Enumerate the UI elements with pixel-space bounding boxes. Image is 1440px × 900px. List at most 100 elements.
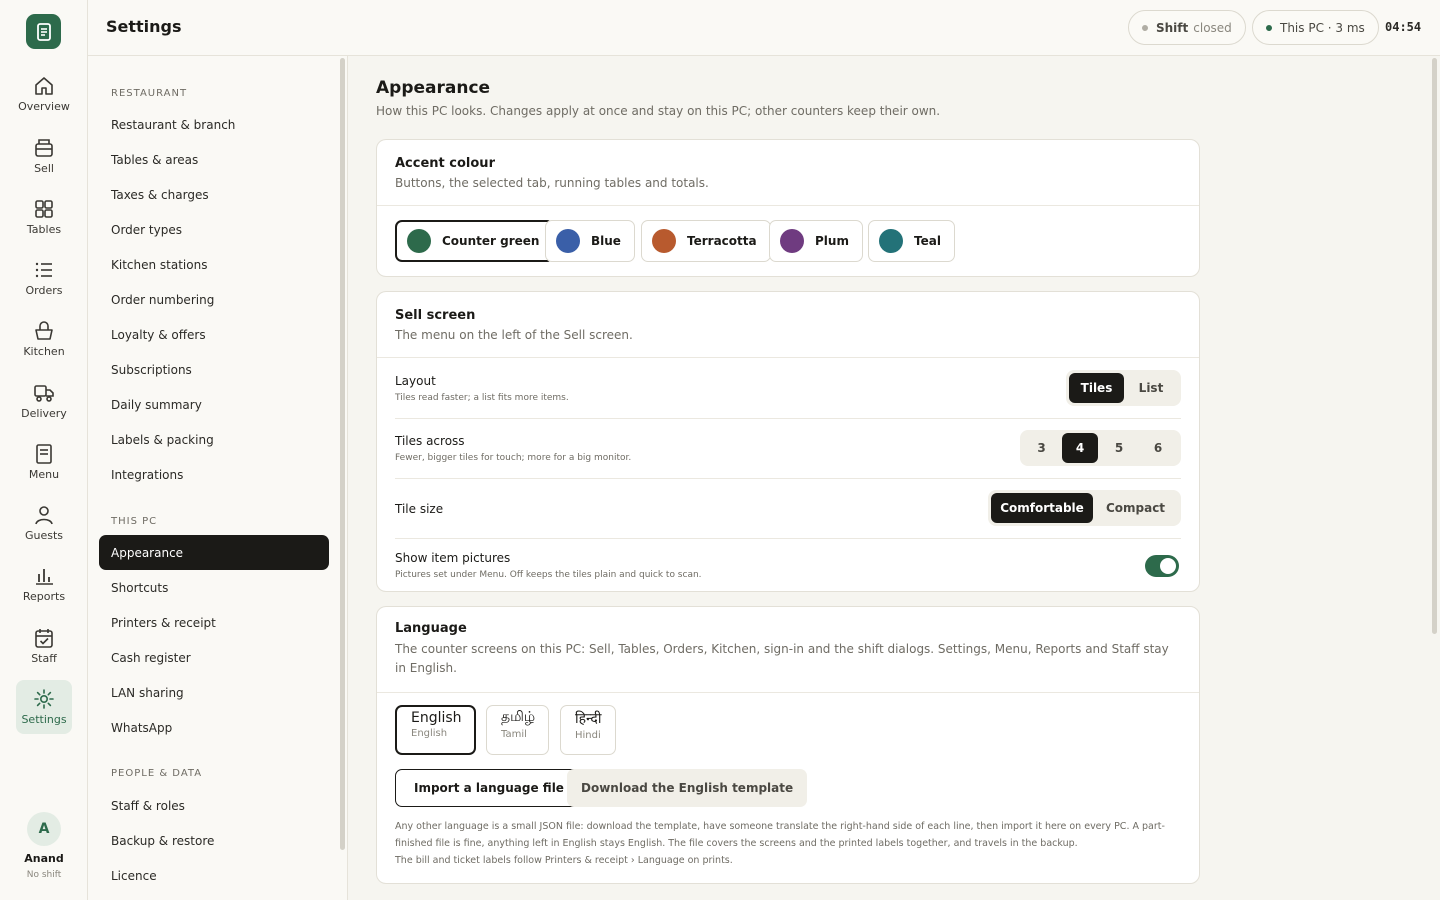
accent-option-blue[interactable]: Blue: [545, 220, 635, 262]
accent-option-label: Terracotta: [687, 234, 757, 248]
language-option-hindi[interactable]: हिन्दी Hindi: [560, 705, 616, 755]
rail-item-menu[interactable]: Menu: [16, 435, 72, 489]
swatch: [879, 229, 903, 253]
accent-option-label: Plum: [815, 234, 849, 248]
card-title: Language: [395, 621, 467, 636]
nav-item-integrations[interactable]: Integrations: [99, 457, 329, 492]
option-help: Tiles read faster; a list fits more item…: [395, 393, 569, 403]
toggle-knob: [1160, 558, 1176, 574]
option-label: Layout: [395, 374, 436, 388]
app-rail: Overview Sell Tables Orders Kitchen Deli…: [0, 0, 88, 900]
nav-item-order-numbering[interactable]: Order numbering: [99, 282, 329, 317]
layout-option-tiles[interactable]: Tiles: [1069, 373, 1124, 403]
nav-item-lan-sharing[interactable]: LAN sharing: [99, 675, 329, 710]
section-heading: RESTAURANT: [111, 88, 188, 99]
app-logo[interactable]: [26, 14, 61, 49]
swatch: [652, 229, 676, 253]
accent-option-plum[interactable]: Plum: [769, 220, 863, 262]
nav-item-labels-packing[interactable]: Labels & packing: [99, 422, 329, 457]
nav-item-tables-areas[interactable]: Tables & areas: [99, 142, 329, 177]
sell-screen-card: Sell screen The menu on the left of the …: [376, 291, 1200, 592]
rail-item-staff[interactable]: Staff: [16, 619, 72, 673]
list-icon: [33, 259, 55, 281]
language-option-tamil[interactable]: தமிழ் Tamil: [486, 705, 549, 755]
nav-item-appearance[interactable]: Appearance: [99, 535, 329, 570]
top-bar: Settings Shift closed This PC · 3 ms 04:…: [88, 0, 1440, 56]
main-scrollbar[interactable]: [1432, 58, 1437, 634]
nav-item-printers-receipt[interactable]: Printers & receipt: [99, 605, 329, 640]
card-title: Sell screen: [395, 308, 476, 323]
nav-item-restaurant-branch[interactable]: Restaurant & branch: [99, 107, 329, 142]
rail-item-label: Menu: [28, 468, 60, 481]
option-label: Show item pictures: [395, 551, 511, 565]
nav-item-cash-register[interactable]: Cash register: [99, 640, 329, 675]
card-subtitle: The menu on the left of the Sell screen.: [395, 328, 633, 342]
nav-item-licence[interactable]: Licence: [99, 858, 329, 893]
card-subtitle: The counter screens on this PC: Sell, Ta…: [395, 642, 1169, 675]
receipt-icon: [36, 22, 51, 41]
accent-option-label: Counter green: [442, 234, 540, 248]
rail-item-label: Sell: [34, 162, 54, 175]
delivery-icon: [33, 382, 55, 404]
language-card: Language The counter screens on this PC:…: [376, 606, 1200, 884]
swatch: [780, 229, 804, 253]
rail-item-kitchen[interactable]: Kitchen: [16, 312, 72, 366]
nav-item-staff-roles[interactable]: Staff & roles: [99, 788, 329, 823]
show-item-pictures-toggle[interactable]: [1145, 555, 1179, 577]
rail-item-tables[interactable]: Tables: [16, 190, 72, 244]
rail-item-label: Kitchen: [23, 345, 65, 358]
tiles-across-option-3[interactable]: 3: [1023, 433, 1060, 463]
register-icon: [33, 137, 55, 159]
rail-item-reports[interactable]: Reports: [16, 557, 72, 611]
nav-item-taxes-charges[interactable]: Taxes & charges: [99, 177, 329, 212]
language-option-english[interactable]: English English: [395, 705, 476, 755]
rail-item-overview[interactable]: Overview: [16, 67, 72, 121]
menu-icon: [33, 443, 55, 465]
download-english-template-button[interactable]: Download the English template: [567, 769, 808, 807]
language-english-name: Tamil: [501, 729, 527, 740]
pc-status-pill[interactable]: This PC · 3 ms: [1252, 10, 1379, 45]
import-language-file-button[interactable]: Import a language file: [395, 769, 583, 807]
nav-item-whatsapp[interactable]: WhatsApp: [99, 710, 329, 745]
layout-option-list[interactable]: List: [1124, 373, 1178, 403]
card-subtitle: Buttons, the selected tab, running table…: [395, 176, 709, 190]
nav-item-shortcuts[interactable]: Shortcuts: [99, 570, 329, 605]
nav-scrollbar[interactable]: [340, 58, 345, 850]
nav-item-loyalty-offers[interactable]: Loyalty & offers: [99, 317, 329, 352]
section-heading: THIS PC: [111, 516, 158, 527]
rail-item-delivery[interactable]: Delivery: [16, 374, 72, 428]
accent-option-teal[interactable]: Teal: [868, 220, 955, 262]
nav-item-daily-summary[interactable]: Daily summary: [99, 387, 329, 422]
divider: [377, 357, 1199, 358]
rail-item-guests[interactable]: Guests: [16, 496, 72, 550]
rail-item-sell[interactable]: Sell: [16, 129, 72, 183]
avatar: A: [27, 812, 61, 846]
user-profile[interactable]: A Anand No shift: [0, 812, 88, 880]
shift-label: Shift: [1156, 20, 1189, 35]
tile-size-option-comfortable[interactable]: Comfortable: [991, 493, 1093, 523]
tile-size-option-compact[interactable]: Compact: [1093, 493, 1178, 523]
nav-item-order-types[interactable]: Order types: [99, 212, 329, 247]
tiles-across-option-6[interactable]: 6: [1140, 433, 1176, 463]
accent-option-label: Teal: [914, 234, 941, 248]
rail-item-label: Delivery: [21, 407, 67, 420]
language-print-note: The bill and ticket labels follow Printe…: [395, 855, 733, 866]
nav-item-subscriptions[interactable]: Subscriptions: [99, 352, 329, 387]
rail-item-orders[interactable]: Orders: [16, 251, 72, 305]
accent-option-counter-green[interactable]: Counter green: [395, 220, 555, 262]
accent-option-terracotta[interactable]: Terracotta: [641, 220, 771, 262]
tiles-across-option-4[interactable]: 4: [1062, 433, 1098, 463]
main-content: Appearance How this PC looks. Changes ap…: [348, 56, 1440, 900]
shift-status-pill[interactable]: Shift closed: [1128, 10, 1246, 45]
tiles-across-option-5[interactable]: 5: [1101, 433, 1137, 463]
option-label: Tiles across: [395, 434, 465, 448]
rail-item-label: Staff: [31, 652, 57, 665]
nav-item-kitchen-stations[interactable]: Kitchen stations: [99, 247, 329, 282]
gear-icon: [33, 688, 55, 710]
nav-item-backup-restore[interactable]: Backup & restore: [99, 823, 329, 858]
rail-item-settings[interactable]: Settings: [16, 680, 72, 734]
bar-chart-icon: [33, 565, 55, 587]
swatch: [556, 229, 580, 253]
divider: [377, 205, 1199, 206]
divider: [395, 418, 1181, 419]
